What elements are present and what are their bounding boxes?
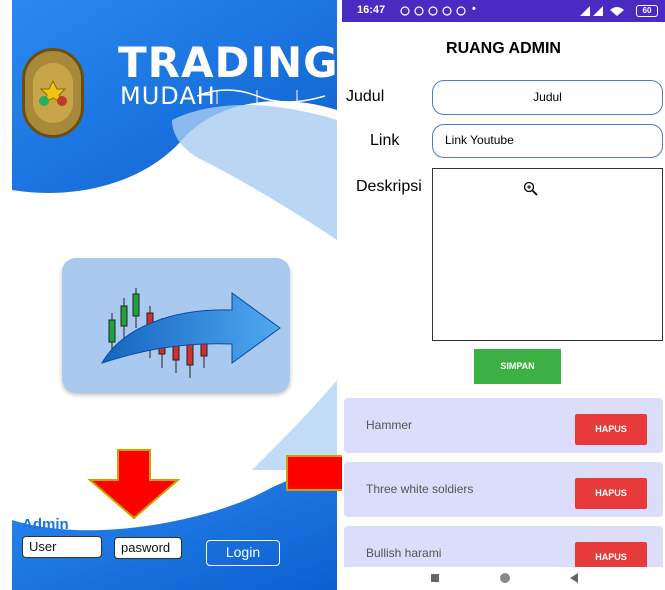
brand-title: TRADING <box>118 38 337 87</box>
nav-buttons <box>431 573 578 583</box>
navigation-bar <box>342 567 665 590</box>
link-input[interactable]: Link Youtube <box>432 124 663 158</box>
signal-wifi-icon <box>580 6 624 16</box>
login-button[interactable]: Login <box>206 540 280 566</box>
password-input[interactable]: pasword <box>114 537 182 559</box>
link-label: Link <box>370 132 400 149</box>
notification-icons <box>400 6 466 16</box>
candlestick-illustration <box>62 258 290 393</box>
list-item-name: Hammer <box>366 418 413 432</box>
judul-label: Judul <box>346 88 385 105</box>
username-input[interactable]: User <box>22 536 102 558</box>
judul-input[interactable]: Judul <box>432 80 663 115</box>
brand-chart-icon <box>197 89 325 104</box>
home-icon <box>500 573 510 583</box>
down-arrow-icon <box>88 449 180 520</box>
page-title: RUANG ADMIN <box>446 40 561 57</box>
deskripsi-label: Deskripsi <box>356 178 422 195</box>
candlestick-arrow-icon <box>100 288 281 378</box>
back-icon <box>570 573 578 583</box>
list-item[interactable]: Hammer HAPUS <box>344 398 663 453</box>
delete-button[interactable]: HAPUS <box>575 478 647 509</box>
zoom-cursor-icon <box>523 181 538 196</box>
status-dot: • <box>472 3 476 15</box>
battery-icon: 60 <box>636 5 658 17</box>
list-item[interactable]: Three white soldiers HAPUS <box>344 462 663 517</box>
delete-button[interactable]: HAPUS <box>575 414 647 445</box>
recents-icon <box>431 574 439 582</box>
emblem-icon <box>39 79 67 106</box>
save-button[interactable]: SIMPAN <box>474 349 561 384</box>
status-bar: 16:47 • 60 <box>342 0 665 22</box>
logo-badge <box>22 48 84 138</box>
list-item-name: Three white soldiers <box>366 482 474 496</box>
deskripsi-textarea[interactable] <box>432 168 663 341</box>
status-time: 16:47 <box>357 4 386 16</box>
admin-screen: 16:47 • 60 RUANG ADMIN Judul Judul Link … <box>342 0 665 590</box>
admin-label: Admin <box>22 516 69 533</box>
